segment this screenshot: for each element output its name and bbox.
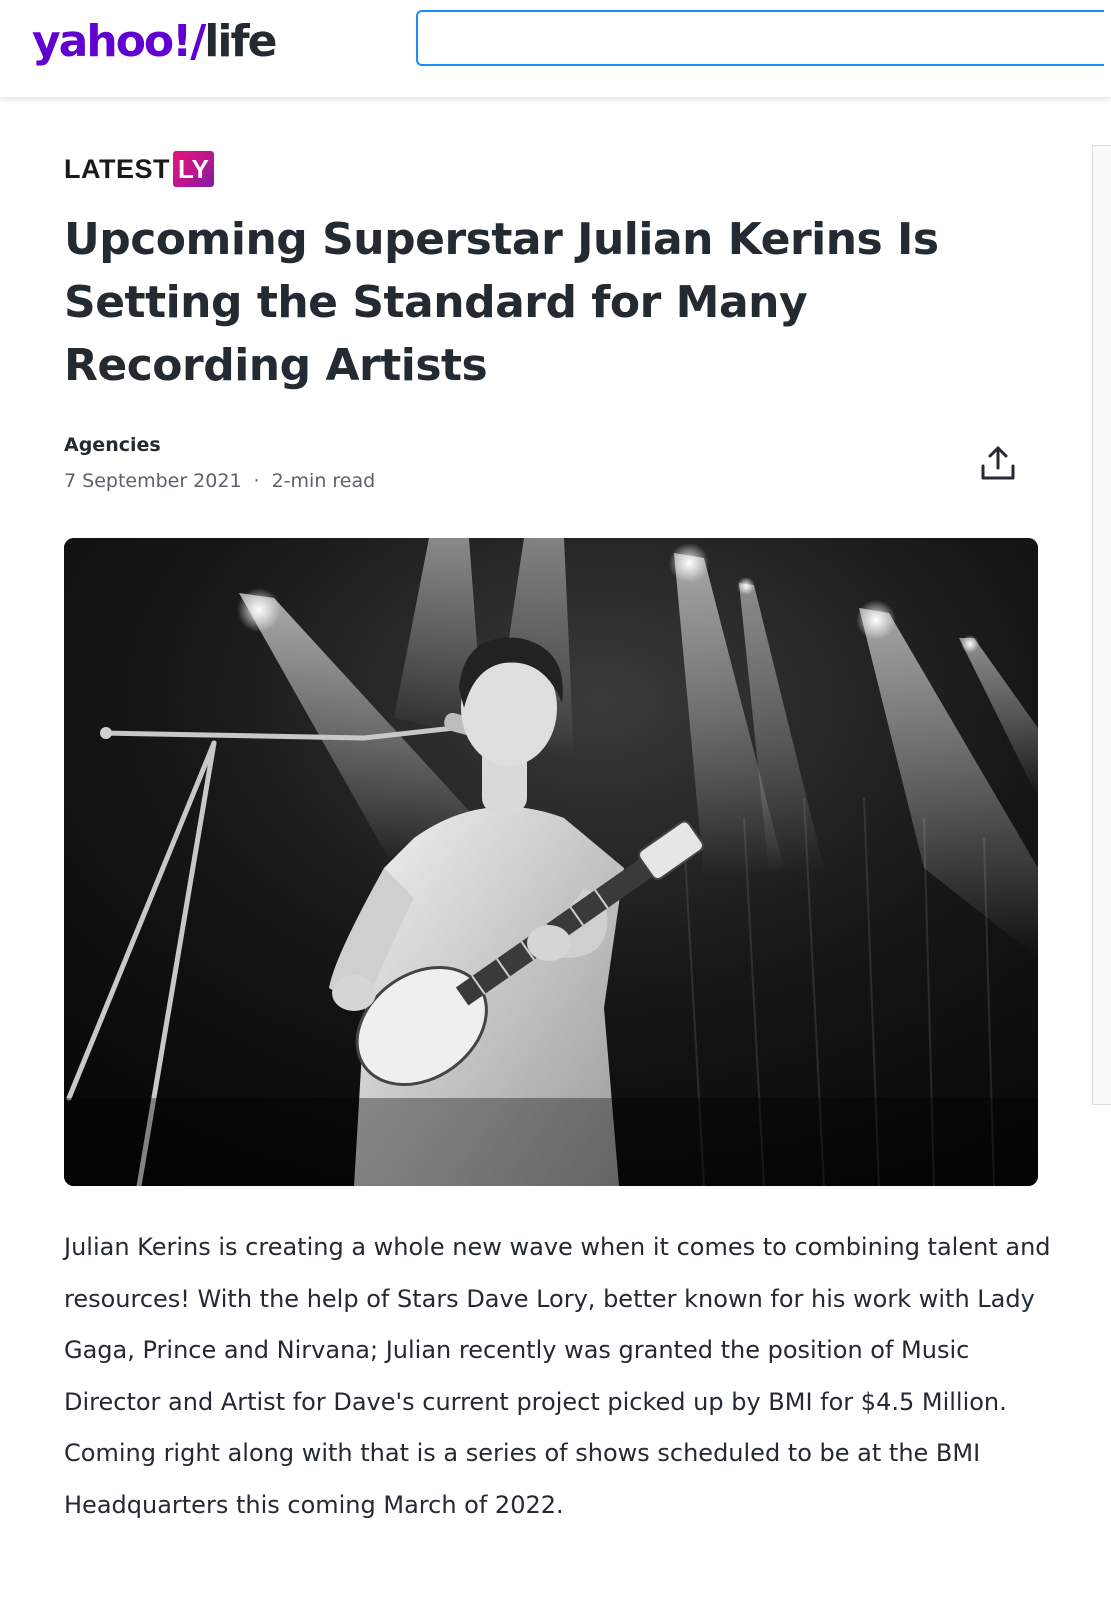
provider-logo[interactable]: LATEST LY — [64, 150, 214, 188]
side-rail — [1092, 145, 1111, 1105]
search-input[interactable] — [416, 10, 1104, 66]
read-time: 2-min read — [271, 470, 376, 492]
logo-slash: !/ — [172, 16, 206, 67]
logo-brand: yahoo — [32, 16, 174, 67]
article-body-paragraph: Julian Kerins is creating a whole new wa… — [64, 1233, 1051, 1519]
yahoo-life-logo[interactable]: yahoo!/life — [32, 12, 277, 72]
site-header: yahoo!/life — [0, 0, 1111, 97]
share-icon[interactable] — [978, 444, 1018, 484]
article-author[interactable]: Agencies — [64, 434, 161, 456]
article-meta: 7 September 2021 · 2-min read — [64, 470, 375, 492]
provider-name: LATEST — [64, 153, 170, 184]
provider-badge: LY — [173, 151, 214, 187]
publish-date: 7 September 2021 — [64, 470, 242, 492]
logo-section: life — [204, 16, 277, 67]
article-title: Upcoming Superstar Julian Kerins Is Sett… — [64, 214, 939, 391]
meta-separator: · — [253, 470, 260, 492]
article-hero-image — [64, 538, 1038, 1186]
